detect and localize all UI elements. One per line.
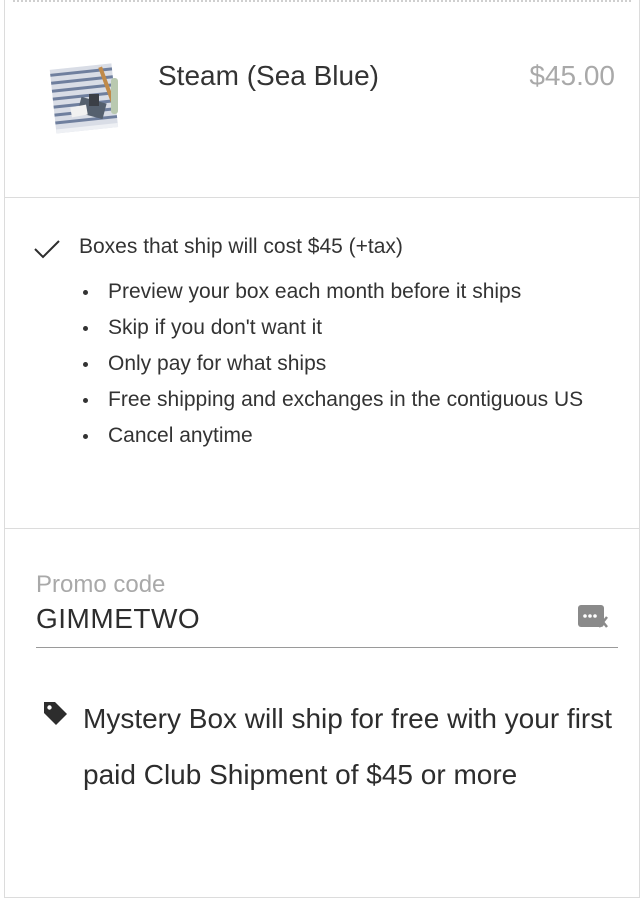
password-manager-icon[interactable] [577, 603, 609, 631]
list-item: Free shipping and exchanges in the conti… [79, 382, 609, 418]
benefits-section: Boxes that ship will cost $45 (+tax) Pre… [5, 198, 639, 529]
product-name: Steam (Sea Blue) [158, 60, 379, 91]
promo-section: Promo code Mystery Box will ship for fre… [5, 529, 639, 898]
list-item: Cancel anytime [79, 418, 609, 454]
promo-message: Mystery Box will ship for free with your… [83, 703, 613, 790]
benefits-headline: Boxes that ship will cost $45 (+tax) [79, 235, 403, 258]
list-item: Only pay for what ships [79, 346, 609, 382]
tag-icon [44, 702, 67, 725]
product-thumbnail [49, 63, 119, 134]
list-item: Preview your box each month before it sh… [79, 274, 609, 310]
check-icon [34, 240, 60, 259]
promo-code-input[interactable] [36, 599, 556, 639]
product-row: Steam (Sea Blue) $45.00 [5, 0, 639, 198]
benefits-list: Preview your box each month before it sh… [79, 274, 609, 454]
order-summary-card: Steam (Sea Blue) $45.00 Boxes that ship … [4, 0, 640, 898]
list-item: Skip if you don't want it [79, 310, 609, 346]
input-underline [36, 647, 618, 648]
promo-code-label: Promo code [36, 571, 166, 598]
product-price: $45.00 [529, 60, 615, 91]
